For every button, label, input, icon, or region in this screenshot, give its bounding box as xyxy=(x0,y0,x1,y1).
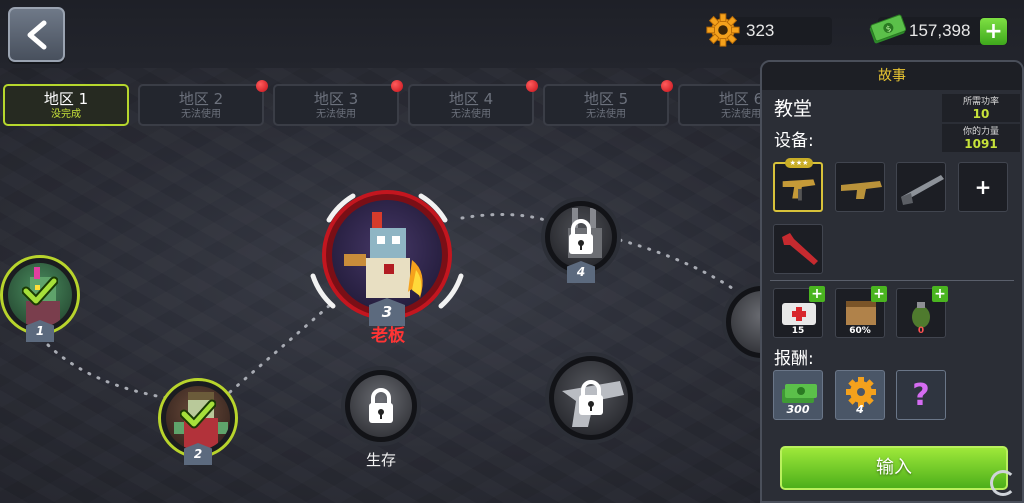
star-rating: ★★★ xyxy=(785,158,813,168)
reward-gears: 4 xyxy=(835,370,885,420)
your-power: 你的力量 1091 xyxy=(942,124,1020,152)
checkmark-icon xyxy=(180,399,216,429)
consumable-count: 0 xyxy=(917,326,925,336)
shotgun-icon xyxy=(901,175,944,205)
reward-count: 300 xyxy=(786,403,810,416)
lock-icon xyxy=(569,219,593,254)
rifle-icon xyxy=(841,181,882,199)
equipment-slot-shotgun[interactable] xyxy=(896,162,946,212)
boss-zombie-icon xyxy=(344,212,423,298)
equipment-slot-rifle[interactable] xyxy=(835,162,885,212)
reward-mystery: ? xyxy=(896,370,946,420)
reward-cash: 300 xyxy=(773,370,823,420)
boss-portrait xyxy=(332,200,442,310)
wrench-icon xyxy=(782,233,818,265)
equipment-label: 设备: xyxy=(774,131,814,151)
add-button[interactable]: + xyxy=(809,286,825,302)
question-mark-icon: ? xyxy=(912,377,930,413)
enter-button[interactable]: 输入 xyxy=(780,446,1008,490)
divider xyxy=(770,280,1014,281)
required-power: 所需功率 10 xyxy=(942,94,1020,122)
level-node-2[interactable]: 2 xyxy=(158,378,238,465)
reward-count: 4 xyxy=(856,403,864,416)
equipment-slot-smg[interactable]: ★★★ xyxy=(773,158,823,212)
location-name: 教堂 xyxy=(774,98,813,120)
survival-label: 生存 xyxy=(365,451,396,469)
smg-icon xyxy=(782,179,816,201)
consumable-grenade[interactable]: + 0 xyxy=(896,286,948,338)
consumable-medkit[interactable]: + 15 xyxy=(773,286,825,338)
level-node-3-boss[interactable]: 3 xyxy=(322,190,452,326)
mission-panel: 故事 教堂 所需功率 10 设备: 你的力量 1091 ★★★ + + 15 +… xyxy=(760,60,1024,503)
boss-label: 老板 xyxy=(371,326,405,346)
loading-spinner-icon xyxy=(990,470,1016,496)
add-button[interactable]: + xyxy=(871,286,887,302)
consumable-ammo[interactable]: + 60% xyxy=(835,286,887,338)
your-power-value: 1091 xyxy=(964,137,998,151)
add-button[interactable]: + xyxy=(932,286,948,302)
equipment-slot-melee[interactable] xyxy=(773,224,823,274)
level-node-1[interactable]: 1 xyxy=(0,255,80,342)
rewards-label: 报酬: xyxy=(774,349,814,369)
survival-node[interactable] xyxy=(341,366,421,446)
panel-header: 故事 xyxy=(762,62,1022,90)
consumable-count: 15 xyxy=(791,326,805,336)
lock-icon xyxy=(369,388,393,423)
lock-icon xyxy=(579,380,603,415)
add-equipment-slot[interactable]: + xyxy=(958,162,1008,212)
checkmark-icon xyxy=(22,276,58,306)
weapon-node[interactable] xyxy=(545,352,637,444)
level-node-4[interactable]: 4 xyxy=(541,197,621,283)
required-power-value: 10 xyxy=(972,107,990,121)
consumable-count: 60% xyxy=(849,326,871,336)
